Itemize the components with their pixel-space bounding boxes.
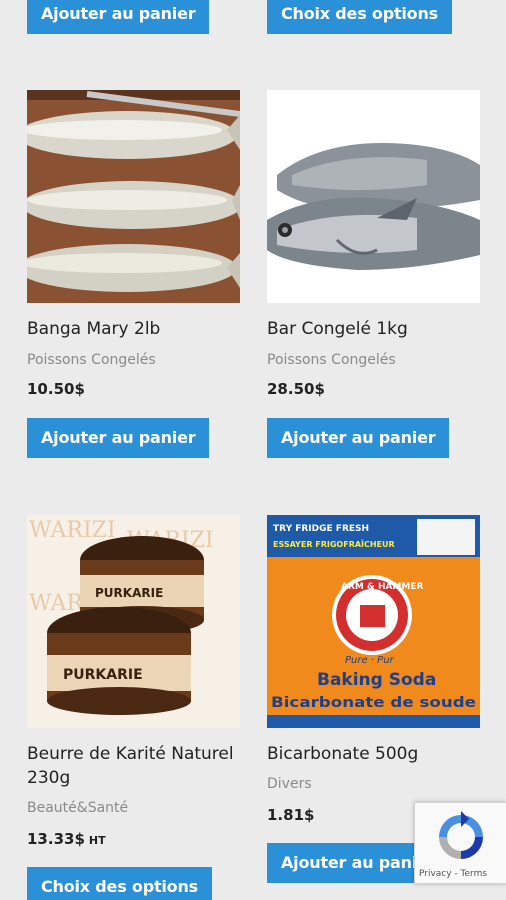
product-image[interactable]: WARIZI WARIZI WARIZI PURKARIE PURKARIE: [27, 515, 240, 728]
add-to-cart-button[interactable]: Ajouter au panier: [267, 418, 450, 458]
product-image[interactable]: TRY FRIDGE FRESH ESSAYER FRIGOFRAÎCHEUR …: [267, 515, 480, 728]
product-category[interactable]: Poissons Congelés: [267, 350, 396, 370]
add-to-cart-button[interactable]: Ajouter au panier: [27, 0, 210, 34]
recaptcha-links[interactable]: Privacy - Terms: [419, 869, 487, 879]
product-price: 1.81$: [267, 806, 315, 824]
product-category[interactable]: Divers: [267, 774, 312, 794]
svg-text:Pure · Pur: Pure · Pur: [345, 655, 395, 666]
shea-butter-jars-photo-icon: WARIZI WARIZI WARIZI PURKARIE PURKARIE: [27, 515, 240, 728]
product-image[interactable]: [27, 90, 240, 303]
svg-text:TRY FRIDGE FRESH: TRY FRIDGE FRESH: [273, 524, 369, 534]
tax-suffix: HT: [88, 834, 106, 847]
svg-text:WARIZI: WARIZI: [29, 518, 116, 543]
recaptcha-badge[interactable]: Privacy - Terms: [414, 802, 506, 884]
sea-bass-photo-icon: [267, 90, 480, 303]
product-grid-page: Ajouter au panier Choix des options Bang…: [0, 0, 506, 900]
product-title[interactable]: Bicarbonate 500g: [267, 742, 482, 766]
product-title[interactable]: Banga Mary 2lb: [27, 317, 242, 341]
baking-soda-box-photo-icon: TRY FRIDGE FRESH ESSAYER FRIGOFRAÎCHEUR …: [267, 515, 480, 728]
svg-text:PURKARIE: PURKARIE: [95, 586, 163, 600]
svg-text:Baking Soda: Baking Soda: [317, 670, 436, 690]
product-title[interactable]: Bar Congelé 1kg: [267, 317, 482, 341]
product-price: 13.33$ HT: [27, 830, 106, 848]
product-category[interactable]: Poissons Congelés: [27, 350, 156, 370]
choose-options-button[interactable]: Choix des options: [267, 0, 452, 34]
frozen-fish-photo-icon: [27, 90, 240, 303]
svg-text:ARM & HAMMER: ARM & HAMMER: [341, 582, 424, 592]
svg-text:PURKARIE: PURKARIE: [63, 667, 143, 683]
product-price: 10.50$: [27, 380, 85, 398]
svg-text:Bicarbonate de soude: Bicarbonate de soude: [271, 695, 476, 711]
add-to-cart-button[interactable]: Ajouter au panier: [27, 418, 210, 458]
choose-options-button[interactable]: Choix des options: [27, 867, 212, 900]
product-category[interactable]: Beauté&Santé: [27, 798, 128, 818]
product-title[interactable]: Beurre de Karité Naturel 230g: [27, 742, 247, 790]
recaptcha-icon: [439, 811, 483, 859]
product-price: 28.50$: [267, 380, 325, 398]
product-image[interactable]: [267, 90, 480, 303]
svg-text:ESSAYER FRIGOFRAÎCHEUR: ESSAYER FRIGOFRAÎCHEUR: [273, 538, 395, 549]
